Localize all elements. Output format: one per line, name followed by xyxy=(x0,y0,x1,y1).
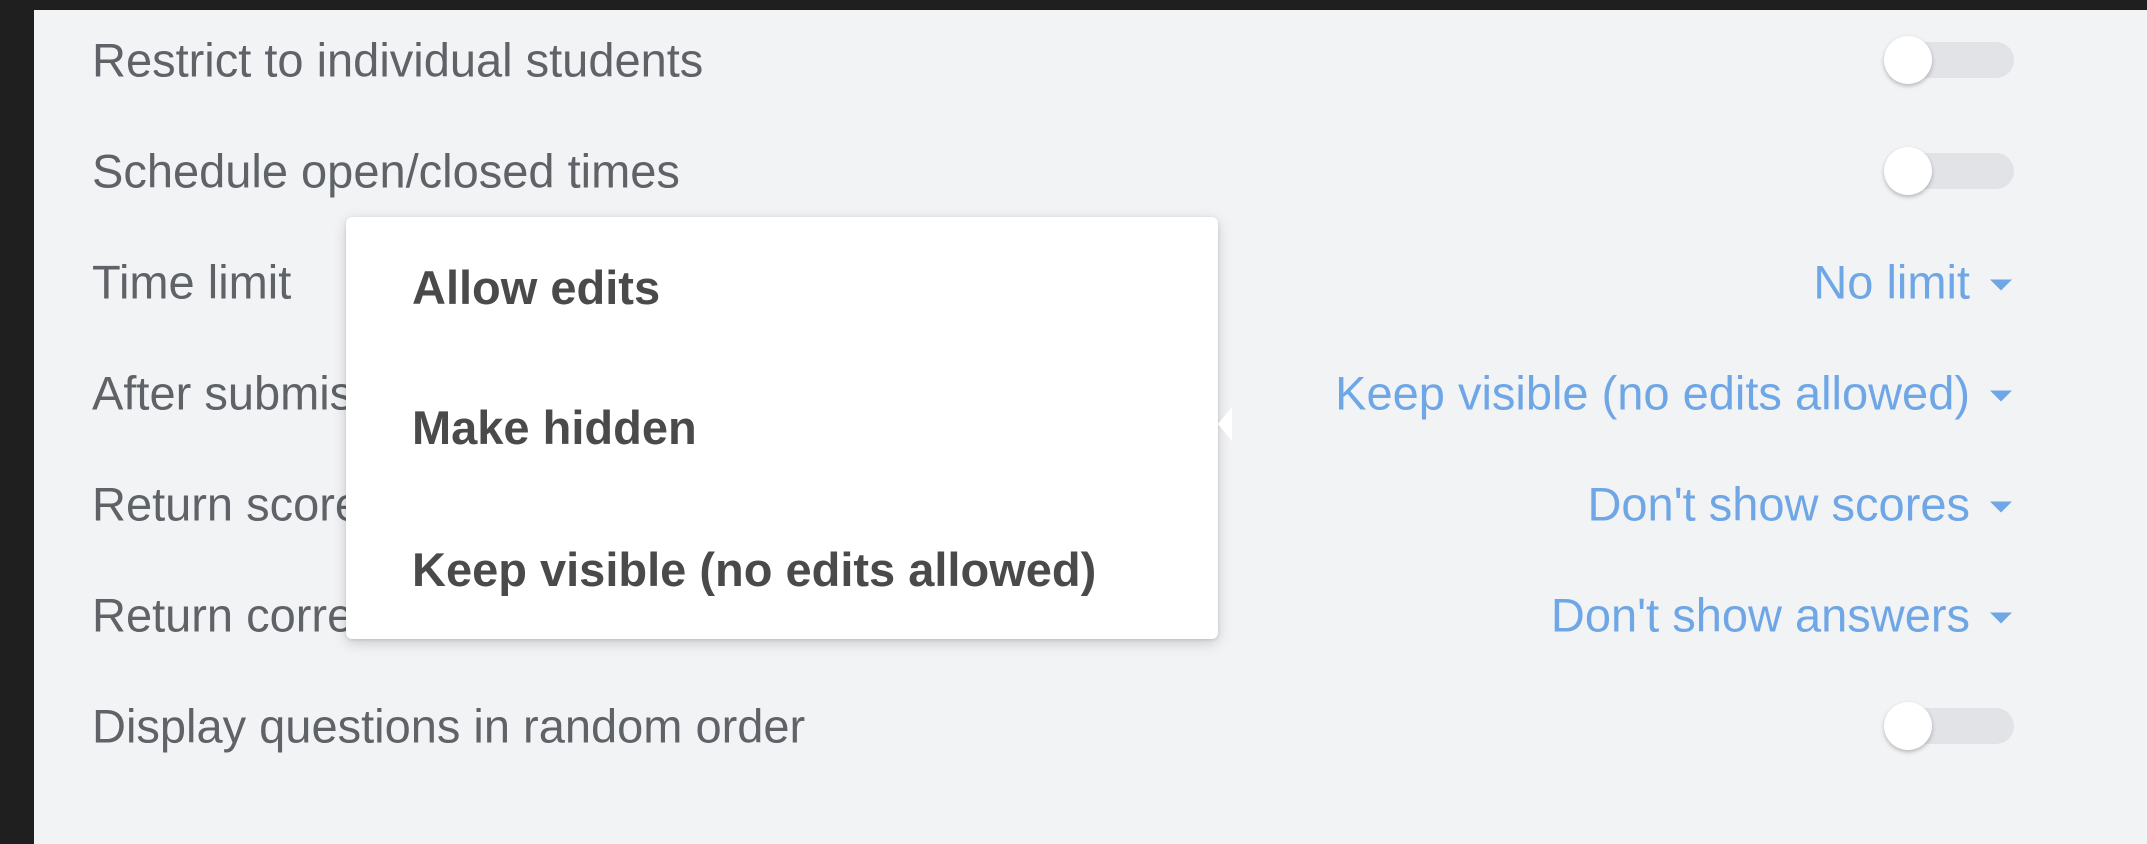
after-submission-dropdown-menu: Allow edits Make hidden Keep visible (no… xyxy=(346,217,1218,639)
setting-label-restrict: Restrict to individual students xyxy=(92,33,704,87)
return-answers-value: Don't show answers xyxy=(1550,588,1970,642)
caret-down-icon xyxy=(1990,390,2012,402)
setting-row-schedule: Schedule open/closed times xyxy=(34,129,2147,213)
menu-pointer-arrow xyxy=(1218,407,1232,441)
return-scores-value: Don't show scores xyxy=(1587,477,1970,531)
menu-item-make-hidden[interactable]: Make hidden xyxy=(346,357,1218,497)
random-order-toggle[interactable] xyxy=(1884,702,2014,750)
settings-panel: Restrict to individual students Schedule… xyxy=(34,10,2147,844)
menu-item-allow-edits[interactable]: Allow edits xyxy=(346,217,1218,357)
time-limit-value: No limit xyxy=(1813,255,1970,309)
setting-label-return-scores: Return scores xyxy=(92,477,385,531)
setting-label-random-order: Display questions in random order xyxy=(92,699,806,753)
restrict-toggle[interactable] xyxy=(1884,36,2014,84)
menu-item-keep-visible[interactable]: Keep visible (no edits allowed) xyxy=(346,499,1218,639)
setting-row-restrict: Restrict to individual students xyxy=(34,18,2147,102)
return-answers-select[interactable]: Don't show answers xyxy=(1551,588,2012,643)
toggle-knob xyxy=(1884,702,1932,750)
caret-down-icon xyxy=(1990,612,2012,624)
after-submission-value: Keep visible (no edits allowed) xyxy=(1335,366,1970,420)
toggle-knob xyxy=(1884,147,1932,195)
caret-down-icon xyxy=(1990,279,2012,291)
caret-down-icon xyxy=(1990,501,2012,513)
toggle-knob xyxy=(1884,36,1932,84)
setting-label-schedule: Schedule open/closed times xyxy=(92,144,680,198)
after-submission-select[interactable]: Keep visible (no edits allowed) xyxy=(1335,366,2012,421)
setting-row-random-order: Display questions in random order xyxy=(34,684,2147,768)
setting-label-time-limit: Time limit xyxy=(92,255,292,309)
schedule-toggle[interactable] xyxy=(1884,147,2014,195)
time-limit-select[interactable]: No limit xyxy=(1813,255,2012,310)
return-scores-select[interactable]: Don't show scores xyxy=(1587,477,2012,532)
